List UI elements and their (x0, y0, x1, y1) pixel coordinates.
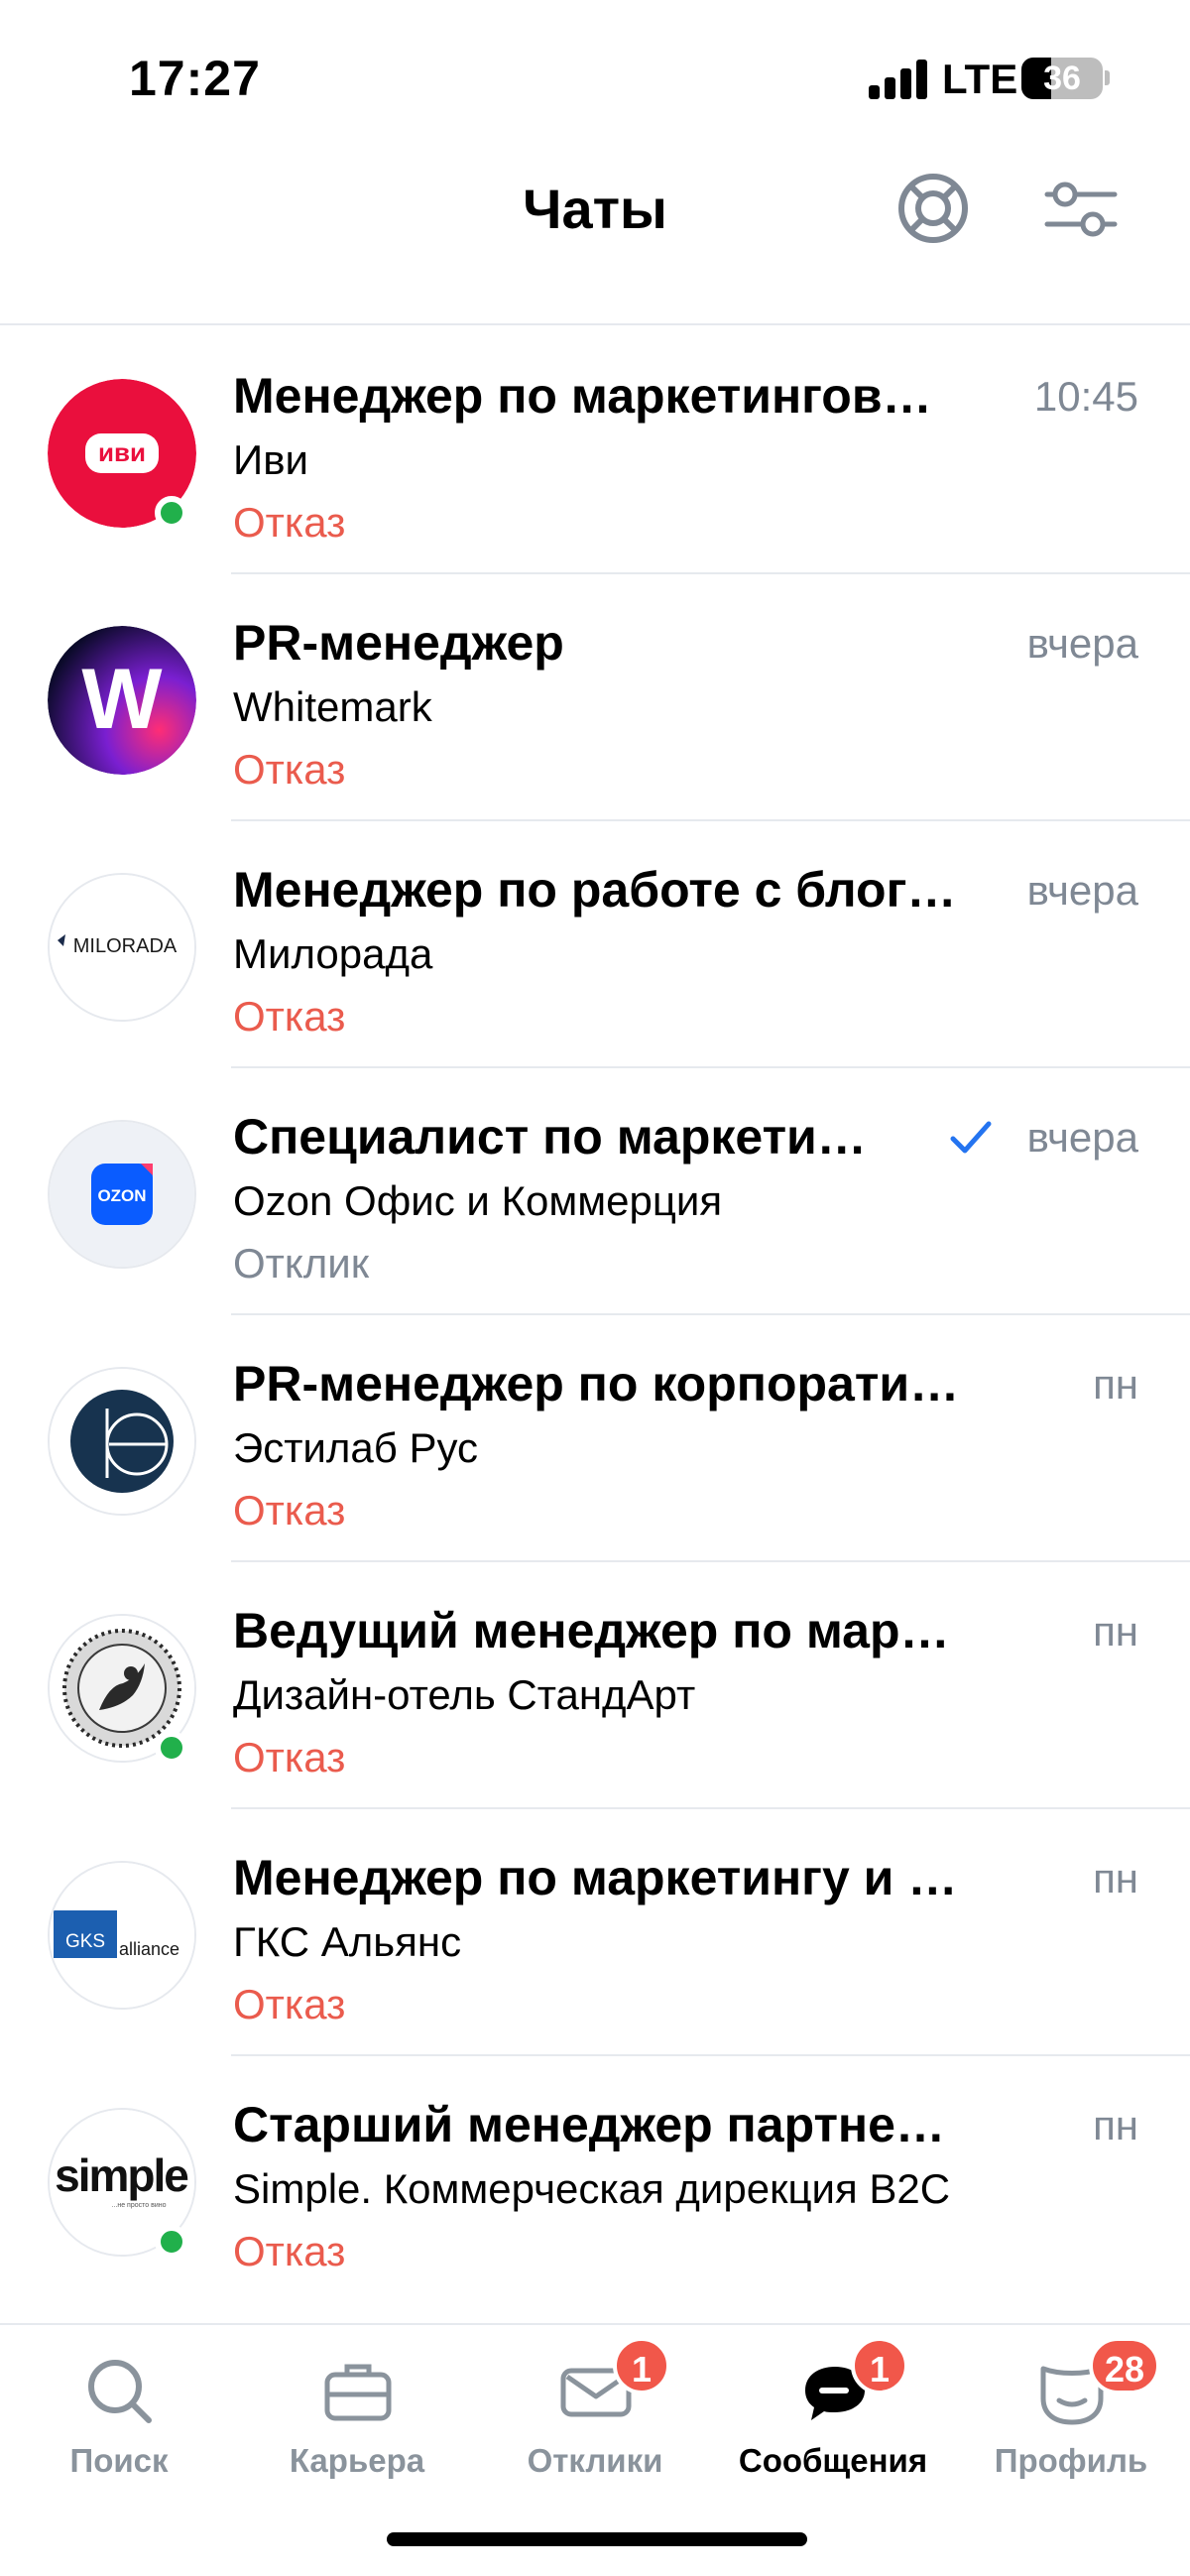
chat-list: иви Менеджер по маркетинговы... Иви Отка… (0, 327, 1190, 2303)
battery-tip (1105, 70, 1110, 85)
status-bar: 17:27 LTE 36 (0, 0, 1190, 149)
online-indicator (155, 2225, 188, 2259)
page-title: Чаты (523, 178, 667, 240)
chat-time: пн (1093, 1608, 1138, 1655)
chat-title: PR-менеджер по корпоративны... (233, 1356, 962, 1411)
nav-label: Карьера (289, 2442, 425, 2479)
nav-item-messages[interactable]: 1 Сообщения (714, 2325, 952, 2504)
chat-item[interactable]: PR-менеджер по корпоративны... Эстилаб Р… (0, 1315, 1190, 1562)
chat-time: вчера (1026, 867, 1138, 914)
chat-time: пн (1093, 1855, 1138, 1901)
logo-text: OZON (97, 1186, 146, 1205)
read-check-icon (950, 1121, 992, 1154)
chat-title: Специалист по маркетинг... (233, 1109, 892, 1165)
online-indicator (155, 1731, 188, 1765)
nav-item-profile[interactable]: 28 Профиль (952, 2325, 1190, 2504)
notification-badge: 28 (1089, 2337, 1161, 2394)
chat-title: Менеджер по маркетинговы... (233, 368, 962, 424)
chat-status: Отказ (233, 746, 346, 793)
chat-company: Дизайн-отель СтандАрт (233, 1671, 696, 1718)
battery-icon: 36 (1021, 58, 1103, 99)
chat-time: вчера (1026, 620, 1138, 667)
chat-status: Отказ (233, 2228, 346, 2274)
chat-item[interactable]: simple ...не просто вино Старший менедже… (0, 2056, 1190, 2303)
notification-badge: 1 (613, 2337, 670, 2394)
chat-time: пн (1093, 1361, 1138, 1408)
logo-text: simple (55, 2149, 188, 2201)
company-logo-whitemark: W (48, 626, 196, 775)
chat-title: PR-менеджер (233, 615, 564, 671)
chat-item[interactable]: W PR-менеджер Whitemark Отказ вчера (0, 574, 1190, 821)
nav-item-responses[interactable]: 1 Отклики (476, 2325, 714, 2504)
chat-status: Отклик (233, 1240, 370, 1287)
logo-text: W (81, 652, 163, 747)
status-time: 17:27 (129, 51, 261, 106)
chat-item[interactable]: GKS alliance Менеджер по маркетингу и PR… (0, 1809, 1190, 2056)
chat-company: Эстилаб Рус (233, 1424, 479, 1471)
chat-time: пн (1093, 2102, 1138, 2148)
chat-title: Менеджер по маркетингу и PR (233, 1850, 962, 1905)
company-logo-gks-alliance: GKS alliance (48, 1861, 196, 2010)
cellular-signal-icon (869, 58, 928, 99)
nav-item-career[interactable]: Карьера (238, 2325, 476, 2504)
chat-item[interactable]: OZON Специалист по маркетинг... Ozon Офи… (0, 1068, 1190, 1315)
nav-label: Поиск (69, 2442, 169, 2479)
logo-text: GKS (65, 1931, 105, 1952)
chat-item[interactable]: иви Менеджер по маркетинговы... Иви Отка… (0, 327, 1190, 574)
chat-company: Милорада (233, 930, 433, 977)
briefcase-icon (324, 2364, 392, 2421)
chat-title: Старший менеджер партнерско... (233, 2097, 962, 2152)
network-type: LTE (942, 56, 1018, 102)
chat-item[interactable]: Ведущий менеджер по маркети... Дизайн-от… (0, 1562, 1190, 1809)
nav-label: Отклики (527, 2442, 663, 2479)
chat-time: 10:45 (1033, 373, 1138, 420)
nav-label: Сообщения (738, 2442, 928, 2479)
battery-level: 36 (1043, 60, 1081, 97)
notification-badge: 1 (851, 2337, 908, 2394)
chat-company: Whitemark (233, 683, 432, 730)
lifebuoy-icon[interactable] (893, 169, 973, 248)
chat-status: Отказ (233, 1487, 346, 1533)
chat-title: Менеджер по работе с блоге... (233, 862, 962, 918)
sliders-icon[interactable] (1041, 169, 1121, 248)
chat-title: Ведущий менеджер по маркети... (233, 1603, 962, 1658)
company-logo-estilab (48, 1367, 196, 1516)
nav-label: Профиль (994, 2442, 1148, 2479)
chat-company: Иви (233, 436, 308, 483)
chat-company: Simple. Коммерческая дирекция B2C (233, 2165, 951, 2212)
chat-status: Отказ (233, 1981, 346, 2027)
chat-status: Отказ (233, 993, 346, 1040)
chat-company: ГКС Альянс (233, 1918, 462, 1965)
company-logo-ozon: OZON (48, 1120, 196, 1269)
search-icon (88, 2360, 152, 2423)
chat-item[interactable]: MILORADA Менеджер по работе с блоге... М… (0, 821, 1190, 1068)
logo-tagline: ...не просто вино (112, 2202, 167, 2209)
logo-text: иви (98, 437, 146, 467)
company-logo-milorada: MILORADA (48, 873, 196, 1022)
nav-item-search[interactable]: Поиск (0, 2325, 238, 2504)
chat-status: Отказ (233, 499, 346, 546)
chat-company: Ozon Офис и Коммерция (233, 1177, 723, 1224)
chat-time: вчера (1026, 1114, 1138, 1161)
logo-text-secondary: alliance (119, 1939, 179, 1959)
chat-status: Отказ (233, 1734, 346, 1780)
header: Чаты (0, 149, 1190, 325)
logo-text: MILORADA (73, 935, 178, 957)
home-indicator[interactable] (387, 2532, 807, 2546)
online-indicator (155, 496, 188, 530)
